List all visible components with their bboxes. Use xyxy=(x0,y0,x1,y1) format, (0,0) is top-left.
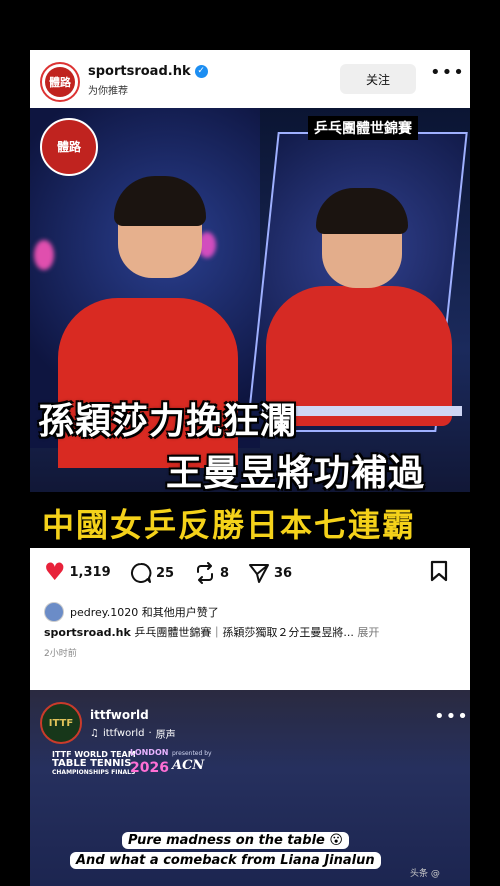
bookmark-icon[interactable] xyxy=(430,560,448,582)
headline-line-1: 孫穎莎力挽狂瀾 xyxy=(38,401,298,442)
comment-button[interactable]: 25 xyxy=(130,562,174,584)
avatar-label: 體路 xyxy=(45,67,75,97)
audio-row[interactable]: ♫ ittfworld · 原声 xyxy=(90,726,176,741)
liked-by-text: pedrey.1020 和其他用户赞了 xyxy=(70,606,219,619)
caption-text: 乒乓團體世錦賽｜孫穎莎獨取２分王曼昱將... xyxy=(130,626,354,639)
comment-count: 25 xyxy=(156,565,175,581)
like-button[interactable]: ♥ 1,319 xyxy=(44,558,111,586)
follow-button[interactable]: 关注 xyxy=(340,64,416,94)
comment-icon xyxy=(130,563,152,583)
heart-icon: ♥ xyxy=(44,558,66,586)
video-username[interactable]: ittfworld xyxy=(90,708,149,722)
repost-button[interactable]: 8 xyxy=(194,562,229,584)
event-line-2: TABLE TENNIS xyxy=(52,758,132,769)
audio-user: ittfworld xyxy=(102,728,145,739)
sponsor-label: presented by xyxy=(172,750,212,757)
like-count: 1,319 xyxy=(69,564,111,580)
audio-separator: · xyxy=(148,728,152,739)
ittf-avatar[interactable]: ITTF xyxy=(40,702,82,744)
share-count: 36 xyxy=(274,565,293,581)
caption-username[interactable]: sportsroad.hk xyxy=(44,626,131,639)
sportsroad-logo: 體路 xyxy=(40,118,98,176)
verified-icon: ✓ xyxy=(194,65,208,78)
post-image[interactable]: 體路 乒乓團體世錦賽 孫穎莎力挽狂瀾 王曼昱將功補過 中國女乒反勝日本七連霸 xyxy=(30,108,470,548)
recommended-label: 为你推荐 xyxy=(88,86,128,97)
send-icon xyxy=(249,564,269,583)
share-button[interactable]: 36 xyxy=(248,562,292,584)
event-year: 2026 xyxy=(130,760,169,776)
repost-count: 8 xyxy=(220,565,230,581)
video-post[interactable]: ITTF ittfworld ♫ ittfworld · 原声 ••• ITTF… xyxy=(30,690,470,886)
more-options-icon[interactable]: ••• xyxy=(430,64,464,88)
post-header: 體路 sportsroad.hk ✓ 为你推荐 关注 ••• xyxy=(30,50,470,108)
event-tag: 乒乓團體世錦賽 xyxy=(308,116,418,140)
event-logo-text: ITTF WORLD TEAM TABLE TENNIS CHAMPIONSHI… xyxy=(52,750,136,777)
stage-light xyxy=(34,240,54,270)
event-line-3: CHAMPIONSHIPS FINALS xyxy=(52,769,136,776)
watermark: 头条 @ xyxy=(410,869,440,879)
username-text[interactable]: sportsroad.hk xyxy=(88,64,191,79)
liker-avatar xyxy=(44,602,64,622)
phone-screen: 體路 sportsroad.hk ✓ 为你推荐 关注 ••• 體路 乒乓團體世錦… xyxy=(30,50,470,886)
audio-label: 原声 xyxy=(155,730,176,741)
sponsor-logo: ACN xyxy=(172,758,205,773)
music-note-icon: ♫ xyxy=(90,728,99,739)
more-options-icon[interactable]: ••• xyxy=(434,708,469,726)
liked-by-row[interactable]: pedrey.1020 和其他用户赞了 xyxy=(44,602,219,622)
headline-line-3: 中國女乒反勝日本七連霸 xyxy=(42,506,417,544)
post-timestamp: 2小时前 xyxy=(44,649,77,659)
video-subtitle-2: And what a comeback from Liana Jinalun xyxy=(70,852,381,869)
avatar[interactable]: 體路 xyxy=(40,62,80,102)
repost-icon xyxy=(197,562,213,584)
video-subtitle-1: Pure madness on the table 😮 xyxy=(122,832,349,849)
headline-line-2: 王曼昱將功補過 xyxy=(166,453,426,494)
action-bar: ♥ 1,319 25 8 36 xyxy=(30,548,470,596)
event-city: LONDON xyxy=(130,748,169,757)
post-caption[interactable]: sportsroad.hk 乒乓團體世錦賽｜孫穎莎獨取２分王曼昱將... 展开 xyxy=(44,624,460,640)
username[interactable]: sportsroad.hk ✓ xyxy=(88,64,208,79)
caption-expand-link[interactable]: 展开 xyxy=(357,626,379,639)
